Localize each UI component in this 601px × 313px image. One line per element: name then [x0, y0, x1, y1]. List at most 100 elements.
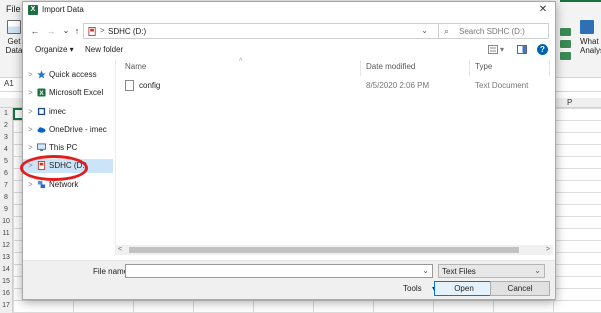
row-number[interactable]: 12: [0, 240, 12, 252]
text-file-icon: [125, 80, 134, 91]
row-number[interactable]: 9: [0, 204, 12, 216]
expand-chevron-icon[interactable]: >: [28, 161, 33, 170]
sd-card-icon: [88, 27, 96, 36]
file-row[interactable]: config 8/5/2020 2:06 PM Text Document: [116, 79, 554, 93]
folder-icon: [37, 107, 46, 116]
row-number[interactable]: 1: [0, 108, 12, 120]
excel-app-icon: X: [28, 5, 38, 15]
file-type-filter-value: Text Files: [442, 267, 476, 276]
view-options-icon[interactable]: [488, 45, 498, 54]
excel-file-tab[interactable]: File: [6, 4, 21, 14]
column-header-p[interactable]: P: [567, 98, 572, 107]
excel-accent-line: [560, 0, 601, 2]
filter-dropdown-icon[interactable]: ⌄: [534, 266, 541, 275]
nav-item-quick-access[interactable]: > Quick access: [23, 68, 113, 82]
star-icon: [37, 70, 46, 79]
view-dropdown-icon[interactable]: ▾: [500, 45, 504, 54]
nav-item-label: This PC: [49, 143, 78, 152]
file-name-field[interactable]: ⌄: [125, 264, 433, 278]
open-button[interactable]: Open: [434, 281, 494, 296]
expand-chevron-icon[interactable]: >: [28, 143, 33, 152]
row-number[interactable]: 7: [0, 180, 12, 192]
scroll-thumb[interactable]: [129, 247, 519, 253]
nav-item-label: Microsoft Excel: [49, 88, 104, 97]
column-header-date-modified[interactable]: Date modified: [366, 62, 415, 71]
what-if-label: What Analys: [580, 37, 601, 55]
new-folder-button[interactable]: New folder: [85, 45, 123, 54]
row-number[interactable]: 17: [0, 300, 12, 312]
nav-item-this-pc[interactable]: > This PC: [23, 141, 113, 155]
row-number[interactable]: 5: [0, 156, 12, 168]
import-data-dialog: X Import Data ✕ ← → ⌄ ↑ > SDHC (D:) ⌄ ↻ …: [22, 1, 556, 300]
pc-icon: [37, 143, 46, 152]
back-button[interactable]: ←: [29, 25, 41, 37]
file-type-filter[interactable]: Text Files ⌄: [438, 264, 545, 278]
nav-item-label: Network: [49, 180, 79, 189]
column-divider[interactable]: [549, 60, 550, 76]
cancel-button[interactable]: Cancel: [490, 281, 550, 296]
row-number[interactable]: 10: [0, 216, 12, 228]
excel-icon: X: [37, 88, 46, 97]
column-header-type[interactable]: Type: [475, 62, 492, 71]
file-name-dropdown-icon[interactable]: ⌄: [422, 266, 429, 275]
row-number[interactable]: 8: [0, 192, 12, 204]
row-number[interactable]: 13: [0, 252, 12, 264]
scroll-right-button[interactable]: >: [546, 245, 550, 255]
row-number[interactable]: 6: [0, 168, 12, 180]
dialog-titlebar[interactable]: X Import Data ✕: [23, 2, 555, 19]
nav-item-label: OneDrive - imec: [49, 125, 107, 134]
file-name: config: [139, 81, 161, 90]
row-number[interactable]: 16: [0, 288, 12, 300]
search-icon: ⌕: [444, 26, 450, 36]
ribbon-small-icon[interactable]: [560, 52, 571, 60]
nav-item-label: imec: [49, 107, 66, 116]
horizontal-scrollbar[interactable]: < >: [115, 245, 553, 255]
nav-item-onedrive-imec[interactable]: > OneDrive - imec: [23, 123, 113, 137]
column-divider[interactable]: [469, 60, 470, 76]
name-box[interactable]: A1: [4, 79, 14, 88]
search-box[interactable]: ⌕ Search SDHC (D:): [438, 23, 549, 39]
breadcrumb-path[interactable]: SDHC (D:): [108, 27, 146, 36]
preview-pane-icon[interactable]: [517, 45, 527, 54]
expand-chevron-icon[interactable]: >: [28, 107, 33, 116]
address-bar[interactable]: > SDHC (D:) ⌄ ↻: [83, 23, 453, 39]
file-date: 8/5/2020 2:06 PM: [366, 81, 430, 90]
excel-row-header: 1 2 3 4 5 6 7 8 9 10 11 12 13 14 15 16 17: [0, 108, 13, 313]
drive-icon: [37, 161, 46, 170]
tools-menu[interactable]: Tools▼: [403, 284, 438, 293]
row-number[interactable]: 15: [0, 276, 12, 288]
column-divider[interactable]: [360, 60, 361, 76]
address-dropdown-icon[interactable]: ⌄: [421, 26, 428, 35]
row-number[interactable]: 14: [0, 264, 12, 276]
scroll-left-button[interactable]: <: [118, 245, 122, 255]
tools-label: Tools: [403, 284, 422, 293]
column-header-name[interactable]: Name: [125, 62, 146, 71]
expand-chevron-icon[interactable]: >: [28, 88, 33, 97]
file-type: Text Document: [475, 81, 529, 90]
expand-chevron-icon[interactable]: >: [28, 125, 33, 134]
nav-item-network[interactable]: > Network: [23, 178, 113, 192]
row-number[interactable]: 11: [0, 228, 12, 240]
expand-chevron-icon[interactable]: >: [28, 70, 33, 79]
ribbon-small-icon[interactable]: [560, 40, 571, 48]
get-data-icon: [7, 20, 21, 34]
nav-item-microsoft-excel[interactable]: > X Microsoft Excel: [23, 86, 113, 100]
ribbon-small-icon[interactable]: [560, 28, 571, 36]
row-number[interactable]: 3: [0, 132, 12, 144]
organize-button[interactable]: Organize ▾: [35, 45, 74, 54]
cloud-icon: [37, 127, 46, 133]
nav-item-sdhc-d[interactable]: > SDHC (D:): [23, 159, 113, 173]
navigation-bar: ← → ⌄ ↑ > SDHC (D:) ⌄ ↻ ⌕ Search SDHC (D…: [23, 22, 555, 40]
forward-button[interactable]: →: [45, 25, 57, 37]
row-number[interactable]: 4: [0, 144, 12, 156]
file-name-input[interactable]: [126, 265, 432, 277]
sort-indicator-icon: ^: [239, 58, 243, 65]
what-if-analysis-button[interactable]: What Analys: [580, 20, 601, 55]
help-icon[interactable]: ?: [537, 44, 548, 55]
close-button[interactable]: ✕: [537, 4, 549, 16]
nav-item-label: Quick access: [49, 70, 97, 79]
expand-chevron-icon[interactable]: >: [28, 180, 33, 189]
nav-item-imec[interactable]: > imec: [23, 105, 113, 119]
up-button[interactable]: ↑: [71, 25, 83, 37]
row-number[interactable]: 2: [0, 120, 12, 132]
